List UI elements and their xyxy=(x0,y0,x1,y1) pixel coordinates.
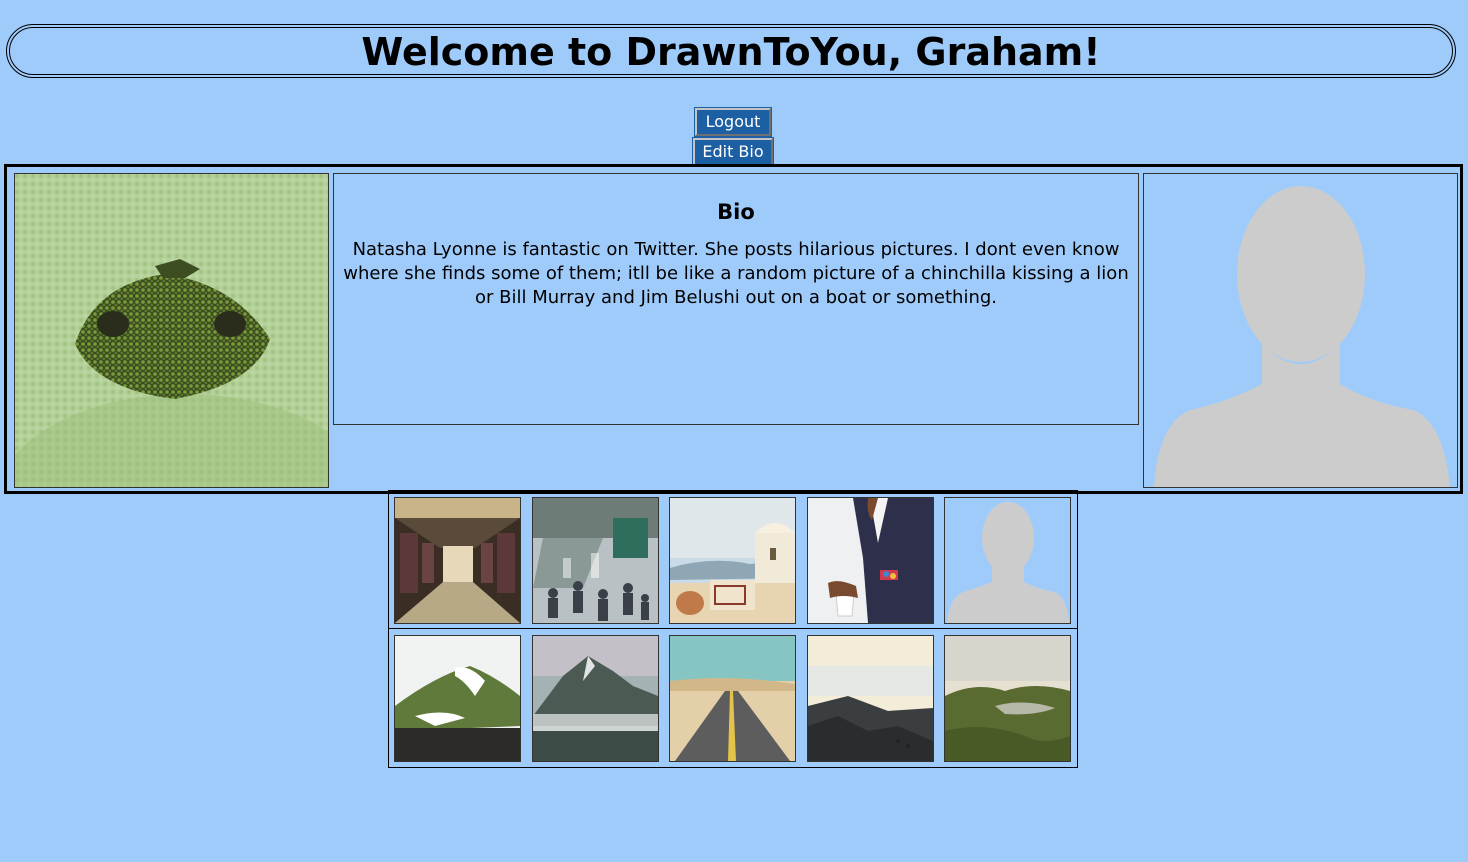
logout-button[interactable]: Logout xyxy=(694,107,772,137)
train-interior-photo[interactable] xyxy=(394,497,521,624)
gallery-row xyxy=(389,491,1077,629)
edit-bio-button[interactable]: Edit Bio xyxy=(692,137,774,167)
page: Welcome to DrawnToYou, Graham! Logout Ed… xyxy=(0,0,1468,862)
gallery-row xyxy=(389,629,1077,766)
page-title: Welcome to DrawnToYou, Graham! xyxy=(361,30,1101,74)
desert-road-photo[interactable] xyxy=(669,635,796,762)
default-avatar-icon xyxy=(1143,173,1458,488)
forest-lake-photo[interactable] xyxy=(944,635,1071,762)
green-hill-photo[interactable] xyxy=(394,635,521,762)
title-banner: Welcome to DrawnToYou, Graham! xyxy=(6,24,1456,78)
default-avatar-icon[interactable] xyxy=(944,497,1071,624)
photo-gallery xyxy=(388,490,1078,768)
profile-strip: Bio Natasha Lyonne is fantastic on Twitt… xyxy=(4,164,1463,494)
misty-mountain-photo[interactable] xyxy=(532,635,659,762)
bio-text: Natasha Lyonne is fantastic on Twitter. … xyxy=(343,239,1129,308)
cloud-summit-photo[interactable] xyxy=(807,635,934,762)
man-with-coffee-photo[interactable] xyxy=(807,497,934,624)
bio-heading: Bio xyxy=(717,200,755,224)
escalator-crowd-photo[interactable] xyxy=(532,497,659,624)
bio-box: Bio Natasha Lyonne is fantastic on Twitt… xyxy=(333,173,1139,425)
profile-photo xyxy=(14,173,329,488)
santorini-building-photo[interactable] xyxy=(669,497,796,624)
